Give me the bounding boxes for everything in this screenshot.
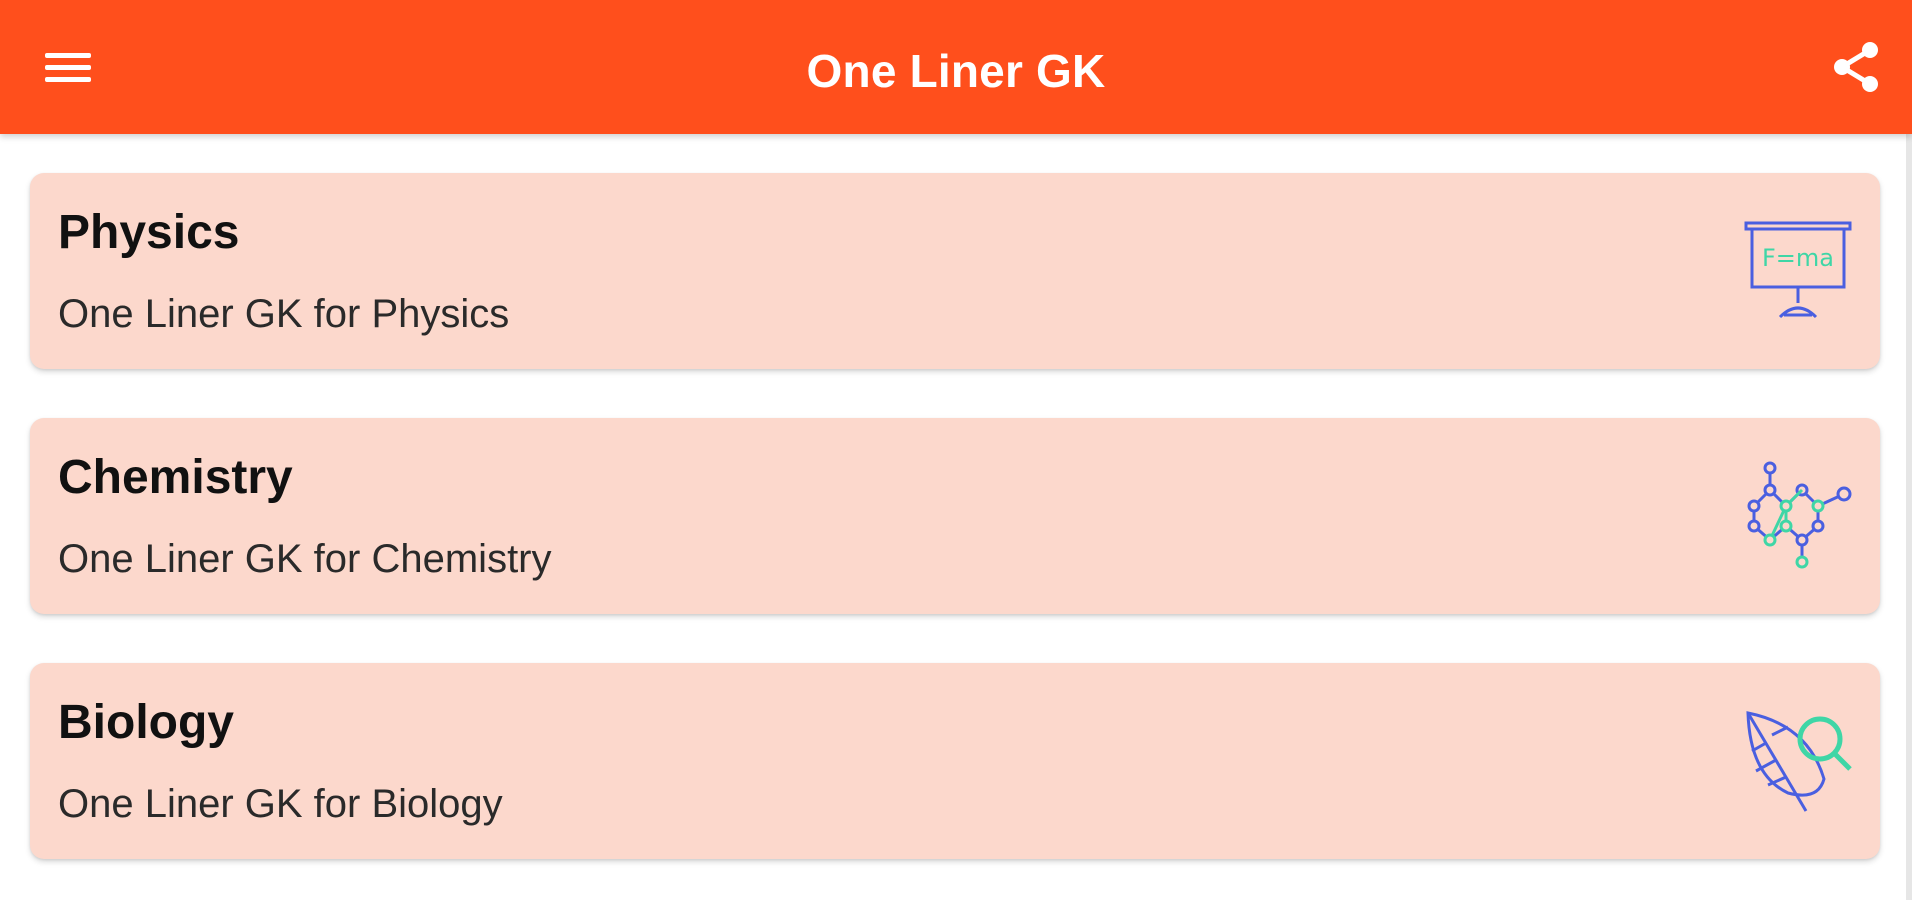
card-physics[interactable]: Physics One Liner GK for Physics F=ma (30, 173, 1880, 369)
share-icon (1834, 42, 1878, 92)
physics-board-icon: F=ma (1744, 221, 1852, 319)
app-bar: One Liner GK (0, 0, 1912, 134)
card-biology[interactable]: Biology One Liner GK for Biology (30, 663, 1880, 859)
share-button[interactable] (1820, 33, 1892, 101)
card-subtitle: One Liner GK for Chemistry (58, 537, 552, 581)
page-title: One Liner GK (806, 45, 1106, 97)
card-title: Biology (58, 696, 234, 749)
card-title: Chemistry (58, 451, 293, 504)
card-title: Physics (58, 206, 240, 259)
card-chemistry[interactable]: Chemistry One Liner GK for Chemistry (30, 418, 1880, 614)
formula-text: F=ma (1762, 244, 1834, 272)
scrollbar-edge (1906, 134, 1912, 900)
subject-list: Physics One Liner GK for Physics F=ma Ch… (0, 134, 1912, 900)
card-subtitle: One Liner GK for Biology (58, 782, 503, 826)
card-subtitle: One Liner GK for Physics (58, 292, 510, 336)
molecule-icon (1747, 461, 1852, 569)
leaf-magnifier-icon (1746, 711, 1852, 812)
